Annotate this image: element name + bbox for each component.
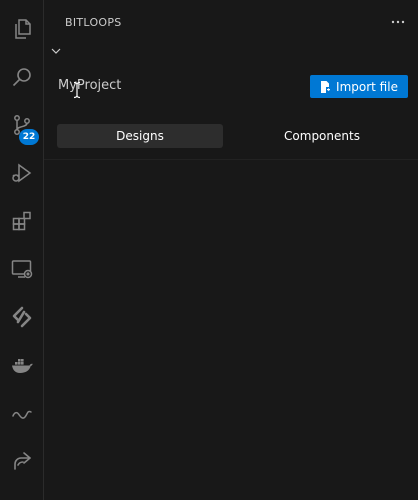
more-actions-button[interactable] [388, 12, 408, 32]
activity-item-search[interactable] [0, 55, 44, 99]
project-name: MyProject [58, 78, 122, 93]
tabs-bar: Designs Components [57, 124, 418, 148]
activity-bar: 22 [0, 0, 44, 500]
chevron-down-icon [51, 48, 61, 54]
activity-item-source-control[interactable]: 22 [0, 103, 44, 147]
activity-item-remote-explorer[interactable] [0, 247, 44, 291]
docker-icon [12, 359, 33, 373]
activity-item-docker[interactable] [0, 343, 44, 387]
vscode-window: 22 BITLOOPS MyProject Import file Design… [0, 0, 418, 500]
text-cursor-icon [73, 81, 81, 99]
activity-item-run-debug[interactable] [0, 151, 44, 195]
tab-designs[interactable]: Designs [57, 124, 223, 148]
bitloops-panel: BITLOOPS MyProject Import file Designs C… [44, 0, 418, 500]
tab-content-area [44, 160, 418, 500]
extensions-icon [12, 211, 31, 231]
activity-item-extensions[interactable] [0, 199, 44, 243]
files-icon [15, 19, 31, 39]
tab-designs-label: Designs [116, 129, 164, 143]
activity-item-share[interactable] [0, 439, 44, 483]
bitloops-icon [12, 306, 32, 328]
activity-item-bitloops[interactable] [0, 295, 44, 339]
file-import-icon [321, 80, 331, 93]
ellipsis-icon [391, 20, 405, 24]
remote-explorer-icon [11, 260, 33, 279]
activity-item-infinity[interactable] [0, 391, 44, 435]
import-file-label: Import file [336, 79, 398, 94]
run-debug-icon [12, 163, 32, 183]
share-icon [14, 452, 31, 470]
tab-components-label: Components [284, 129, 360, 143]
source-control-badge: 22 [19, 129, 39, 145]
panel-title: BITLOOPS [65, 16, 122, 29]
import-file-button[interactable]: Import file [310, 75, 408, 98]
search-icon [12, 68, 31, 87]
infinity-icon [12, 410, 32, 419]
tab-components[interactable]: Components [226, 124, 418, 148]
activity-item-explorer[interactable] [0, 7, 44, 51]
section-collapse-toggle[interactable] [49, 44, 63, 58]
